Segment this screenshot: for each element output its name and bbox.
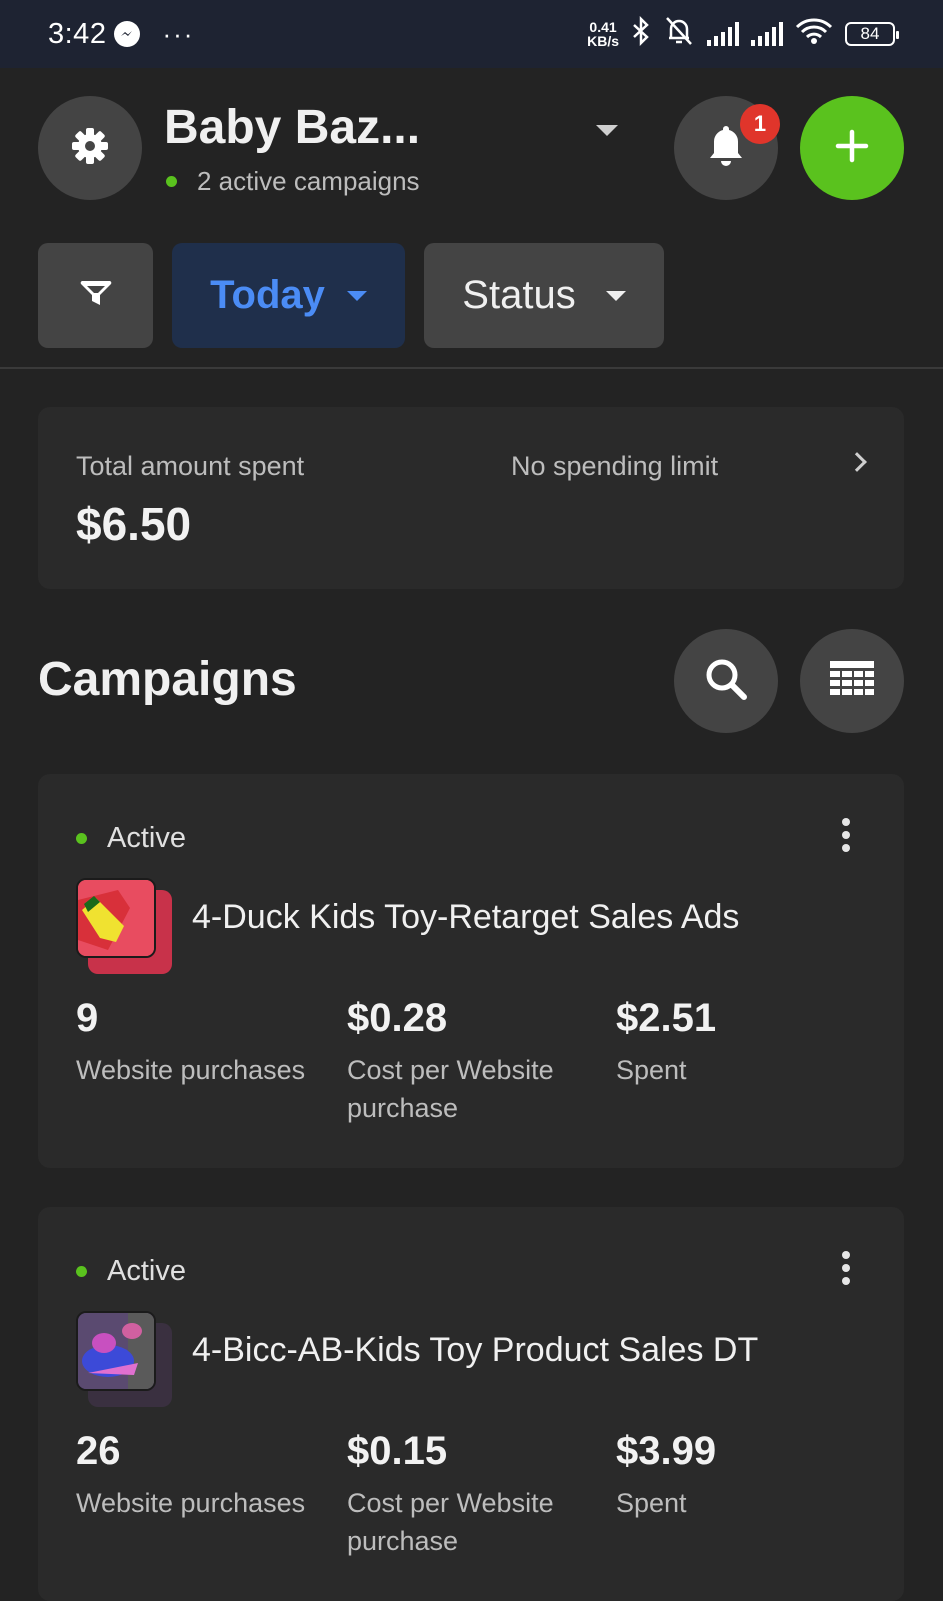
status-dropdown[interactable]: Status [424, 243, 664, 348]
campaign-status: Active [76, 1255, 186, 1288]
metric-value: $0.15 [347, 1429, 448, 1473]
account-header: Baby Baz... 2 active campaigns 1 [38, 96, 904, 206]
active-campaigns-text: 2 active campaigns [197, 166, 420, 196]
chevron-down-icon [346, 290, 367, 301]
active-campaigns-status: 2 active campaigns [164, 166, 420, 197]
gear-icon [69, 125, 111, 172]
campaign-thumbnail [76, 1311, 172, 1407]
campaign-status-label: Active [107, 822, 186, 854]
signal-icon [751, 22, 783, 46]
columns-button[interactable] [800, 629, 904, 733]
active-dot [76, 833, 87, 844]
filter-button[interactable] [38, 243, 153, 348]
metric-label: Website purchases [76, 1488, 306, 1518]
chevron-down-icon [605, 290, 626, 301]
active-dot [76, 1266, 87, 1277]
campaign-status: Active [76, 822, 186, 855]
signal-icon [707, 22, 739, 46]
status-time: 3:42 [48, 17, 107, 50]
campaigns-title: Campaigns [38, 653, 297, 706]
metric-value: 9 [76, 996, 99, 1040]
metric-label: Spent [616, 1488, 687, 1518]
date-range-dropdown[interactable]: Today [172, 243, 405, 348]
metric-label: Website purchases [76, 1055, 306, 1085]
battery-icon: 84 [845, 22, 899, 46]
spending-limit-label: No spending limit [511, 451, 719, 481]
campaign-card[interactable]: Active 4-Duck Kids Toy-Retarget Sales Ad… [38, 774, 904, 1168]
active-dot [166, 176, 177, 187]
campaign-card[interactable]: Active 4-Bicc-AB-Kids Toy Product Sales … [38, 1207, 904, 1601]
metric-cost: $0.28 Cost per Website purchase [347, 996, 587, 1127]
notifications-button[interactable]: 1 [674, 96, 780, 200]
search-icon [702, 655, 750, 708]
metric-value: $2.51 [616, 996, 717, 1040]
chevron-right-icon [847, 452, 867, 472]
divider [0, 367, 943, 369]
metric-value: 26 [76, 1429, 121, 1473]
kebab-menu-icon[interactable] [842, 1251, 850, 1285]
metric-purchases: 9 Website purchases [76, 996, 305, 1089]
table-icon [829, 660, 875, 703]
metric-purchases: 26 Website purchases [76, 1429, 305, 1522]
metric-cost: $0.15 Cost per Website purchase [347, 1429, 587, 1560]
campaign-status-label: Active [107, 1255, 186, 1287]
account-name[interactable]: Baby Baz... [164, 100, 420, 155]
campaign-thumbnail [76, 878, 172, 974]
date-range-label: Today [210, 273, 325, 317]
total-spent-label: Total amount spent [76, 451, 305, 481]
campaign-name[interactable]: 4-Duck Kids Toy-Retarget Sales Ads [192, 898, 739, 937]
network-speed-value: 0.41 [589, 19, 617, 35]
filter-icon [79, 277, 113, 314]
metric-spent: $3.99 Spent [616, 1429, 716, 1522]
plus-icon [834, 128, 870, 169]
notification-badge: 1 [740, 104, 780, 144]
more-notifications: ··· [162, 18, 195, 49]
metric-value: $3.99 [616, 1429, 717, 1473]
metric-label: Cost per Website purchase [347, 1055, 554, 1123]
metric-spent: $2.51 Spent [616, 996, 716, 1089]
create-button[interactable] [800, 96, 904, 200]
filter-bar: Today Status [38, 243, 664, 348]
network-speed-unit: KB/s [587, 33, 619, 49]
wifi-icon [795, 17, 833, 52]
network-speed: 0.41 KB/s [587, 20, 619, 48]
metric-value: $0.28 [347, 996, 448, 1040]
bell-muted-icon [663, 16, 695, 53]
messenger-icon [114, 21, 141, 47]
settings-button[interactable] [38, 96, 142, 200]
status-bar: 3:42 ··· 0.41 KB/s 84 [0, 0, 943, 68]
spend-summary-card[interactable]: Total amount spent $6.50 No spending lim… [38, 407, 904, 589]
total-spent-value: $6.50 [76, 498, 192, 550]
bluetooth-icon [631, 15, 651, 53]
campaign-name[interactable]: 4-Bicc-AB-Kids Toy Product Sales DT [192, 1331, 758, 1370]
metric-label: Spent [616, 1055, 687, 1085]
metric-label: Cost per Website purchase [347, 1488, 554, 1556]
account-dropdown-caret-icon[interactable] [596, 125, 618, 136]
status-label: Status [462, 273, 576, 317]
kebab-menu-icon[interactable] [842, 818, 850, 852]
search-button[interactable] [674, 629, 778, 733]
